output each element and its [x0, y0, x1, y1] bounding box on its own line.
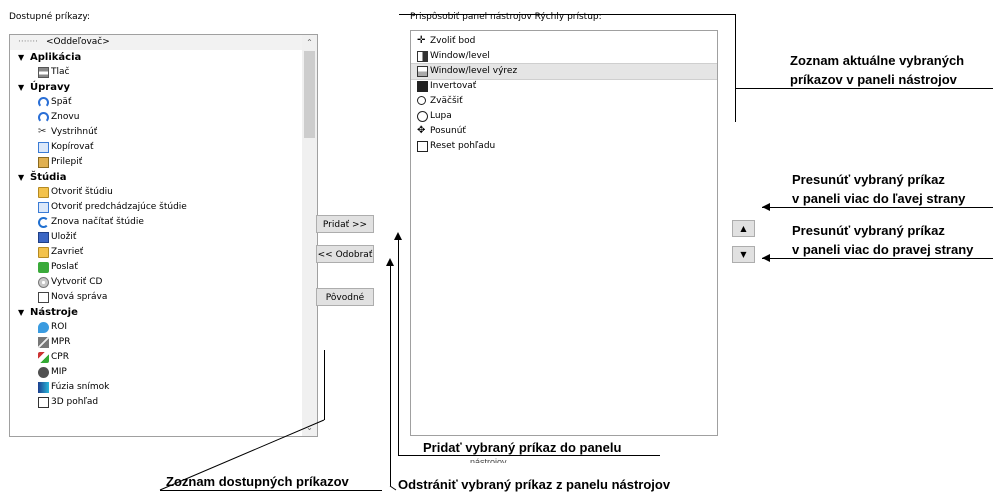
callout-move-up-line2: v paneli viac do ľavej strany	[792, 191, 966, 206]
callout-add-overflow: nástrojov	[470, 457, 507, 463]
callout-add: Pridať vybraný príkaz do panelu	[423, 440, 622, 455]
callout-move-up-line1: Presunúť vybraný príkaz	[792, 172, 945, 187]
arrow-head-move-down	[762, 254, 770, 262]
callout-move-down-line2: v paneli viac do pravej strany	[792, 242, 974, 257]
callout-current-line2: príkazov v paneli nástrojov	[790, 72, 957, 87]
callout-remove: Odstrániť vybraný príkaz z panelu nástro…	[398, 477, 671, 492]
callout-move-down-line1: Presunúť vybraný príkaz	[792, 223, 945, 238]
diagonal-remove	[389, 485, 397, 491]
arrow-head-remove	[386, 258, 394, 266]
arrow-head-move-up	[762, 203, 770, 211]
callout-available: Zoznam dostupných príkazov	[166, 474, 349, 489]
arrow-head-add	[394, 232, 402, 240]
callout-current-line1: Zoznam aktuálne vybraných	[790, 53, 965, 68]
